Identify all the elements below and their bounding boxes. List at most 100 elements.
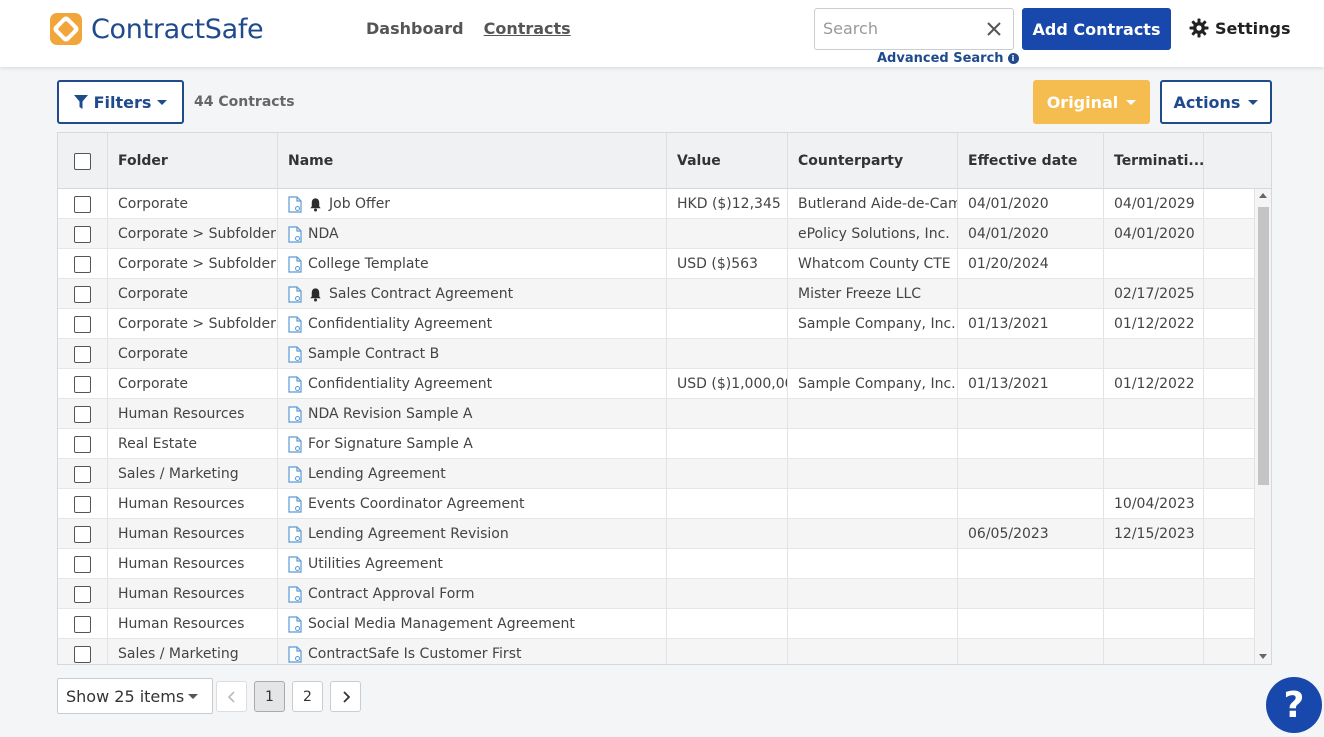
select-all-checkbox[interactable] xyxy=(74,152,91,170)
filters-button[interactable]: Filters xyxy=(57,80,184,124)
contract-name[interactable]: Confidentiality Agreement xyxy=(308,316,492,332)
cell-select xyxy=(58,249,108,279)
table-row[interactable]: Sales / Marketing Lending Agreement xyxy=(58,459,1255,489)
cell-name[interactable]: Confidentiality Agreement xyxy=(278,369,667,399)
prev-page-button[interactable] xyxy=(216,681,247,712)
contract-name[interactable]: Sample Contract B xyxy=(308,346,439,362)
original-view-button[interactable]: Original xyxy=(1033,80,1150,124)
contract-name[interactable]: ContractSafe Is Customer First xyxy=(308,646,521,662)
table-row[interactable]: Real Estate For Signature Sample A xyxy=(58,429,1255,459)
table-row[interactable]: Corporate Sample Contract B xyxy=(58,339,1255,369)
contract-name[interactable]: NDA Revision Sample A xyxy=(308,406,473,422)
table-row[interactable]: Human Resources Utilities Agreement xyxy=(58,549,1255,579)
row-checkbox[interactable] xyxy=(74,285,91,303)
actions-button[interactable]: Actions xyxy=(1160,80,1272,124)
table-row[interactable]: Human Resources NDA Revision Sample A xyxy=(58,399,1255,429)
cell-name[interactable]: Sample Contract B xyxy=(278,339,667,369)
contractsafe-logo[interactable]: ContractSafe xyxy=(48,10,264,48)
row-checkbox[interactable] xyxy=(74,555,91,573)
cell-name[interactable]: NDA Revision Sample A xyxy=(278,399,667,429)
help-button[interactable]: ? xyxy=(1266,677,1322,733)
contract-name[interactable]: Contract Approval Form xyxy=(308,586,475,602)
chevron-down-icon xyxy=(1248,99,1259,105)
row-checkbox[interactable] xyxy=(74,345,91,363)
column-header-value[interactable]: Value xyxy=(667,133,788,189)
cell-folder: Real Estate xyxy=(108,429,278,459)
cell-name[interactable]: Sales Contract Agreement xyxy=(278,279,667,309)
nav-dashboard[interactable]: Dashboard xyxy=(366,19,464,38)
advanced-search-link[interactable]: Advanced Search i xyxy=(877,51,1019,66)
search-input[interactable] xyxy=(815,9,975,47)
table-row[interactable]: Corporate Sales Contract Agreement Mister … xyxy=(58,279,1255,309)
cell-name[interactable]: Lending Agreement xyxy=(278,459,667,489)
cell-name[interactable]: Events Coordinator Agreement xyxy=(278,489,667,519)
cell-termination: 02/17/2025 xyxy=(1104,279,1204,309)
contract-name[interactable]: Social Media Management Agreement xyxy=(308,616,575,632)
clear-search-icon[interactable] xyxy=(985,20,1003,38)
column-header-termination[interactable]: Terminati... xyxy=(1104,133,1204,189)
nav-contracts[interactable]: Contracts xyxy=(484,19,571,38)
cell-name[interactable]: For Signature Sample A xyxy=(278,429,667,459)
contract-name[interactable]: Confidentiality Agreement xyxy=(308,376,492,392)
scroll-up-icon[interactable] xyxy=(1259,193,1267,198)
contract-name[interactable]: Lending Agreement Revision xyxy=(308,526,509,542)
row-checkbox[interactable] xyxy=(74,435,91,453)
row-checkbox[interactable] xyxy=(74,615,91,633)
cell-name[interactable]: Contract Approval Form xyxy=(278,579,667,609)
page-button-2[interactable]: 2 xyxy=(292,681,323,712)
document-icon xyxy=(288,405,302,423)
contract-name[interactable]: Lending Agreement xyxy=(308,466,446,482)
contract-name[interactable]: Events Coordinator Agreement xyxy=(308,496,525,512)
settings-button[interactable]: Settings xyxy=(1189,18,1291,38)
contract-name[interactable]: Sales Contract Agreement xyxy=(329,286,513,302)
row-checkbox[interactable] xyxy=(74,525,91,543)
contract-name[interactable]: For Signature Sample A xyxy=(308,436,473,452)
cell-name[interactable]: Social Media Management Agreement xyxy=(278,609,667,639)
scroll-thumb[interactable] xyxy=(1258,207,1269,485)
column-header-name[interactable]: Name xyxy=(278,133,667,189)
table-row[interactable]: Human Resources Social Media Management A… xyxy=(58,609,1255,639)
row-checkbox[interactable] xyxy=(74,255,91,273)
scroll-down-icon[interactable] xyxy=(1259,654,1267,659)
cell-name[interactable]: Lending Agreement Revision xyxy=(278,519,667,549)
table-row[interactable]: Corporate Confidentiality Agreement USD ($… xyxy=(58,369,1255,399)
table-row[interactable]: Corporate > Subfolder A Confidentiality A… xyxy=(58,309,1255,339)
cell-name[interactable]: Job Offer xyxy=(278,189,667,219)
table-row[interactable]: Human Resources Events Coordinator Agreem… xyxy=(58,489,1255,519)
table-row[interactable]: Human Resources Contract Approval Form xyxy=(58,579,1255,609)
cell-name[interactable]: Confidentiality Agreement xyxy=(278,309,667,339)
row-checkbox[interactable] xyxy=(74,495,91,513)
next-page-button[interactable] xyxy=(330,681,361,712)
row-checkbox[interactable] xyxy=(74,465,91,483)
row-checkbox[interactable] xyxy=(74,405,91,423)
contract-name[interactable]: NDA xyxy=(308,226,339,242)
cell-extra xyxy=(1204,609,1255,639)
cell-name[interactable]: College Template xyxy=(278,249,667,279)
add-contracts-button[interactable]: Add Contracts xyxy=(1022,8,1171,50)
table-row[interactable]: Sales / Marketing ContractSafe Is Custome… xyxy=(58,639,1255,664)
column-header-counterparty[interactable]: Counterparty xyxy=(788,133,958,189)
table-scrollbar[interactable] xyxy=(1255,189,1271,664)
bell-icon xyxy=(308,197,323,212)
contract-name[interactable]: Utilities Agreement xyxy=(308,556,443,572)
row-checkbox[interactable] xyxy=(74,225,91,243)
page-size-select[interactable]: Show 25 items xyxy=(57,678,213,714)
contract-name[interactable]: Job Offer xyxy=(329,196,390,212)
row-checkbox[interactable] xyxy=(74,585,91,603)
table-row[interactable]: Corporate > Subfolder A College Template U… xyxy=(58,249,1255,279)
row-checkbox[interactable] xyxy=(74,195,91,213)
table-row[interactable]: Corporate > Subfolder A NDA ePolicy Soluti… xyxy=(58,219,1255,249)
cell-extra xyxy=(1204,579,1255,609)
cell-name[interactable]: NDA xyxy=(278,219,667,249)
row-checkbox[interactable] xyxy=(74,375,91,393)
row-checkbox[interactable] xyxy=(74,645,91,663)
contract-name[interactable]: College Template xyxy=(308,256,429,272)
page-button-1[interactable]: 1 xyxy=(254,681,285,712)
row-checkbox[interactable] xyxy=(74,315,91,333)
cell-name[interactable]: Utilities Agreement xyxy=(278,549,667,579)
column-header-folder[interactable]: Folder xyxy=(108,133,278,189)
column-header-effective-date[interactable]: Effective date xyxy=(958,133,1104,189)
table-row[interactable]: Human Resources Lending Agreement Revisio… xyxy=(58,519,1255,549)
cell-name[interactable]: ContractSafe Is Customer First xyxy=(278,639,667,664)
table-row[interactable]: Corporate Job Offer HKD ($)12,345 Butlerand… xyxy=(58,189,1255,219)
